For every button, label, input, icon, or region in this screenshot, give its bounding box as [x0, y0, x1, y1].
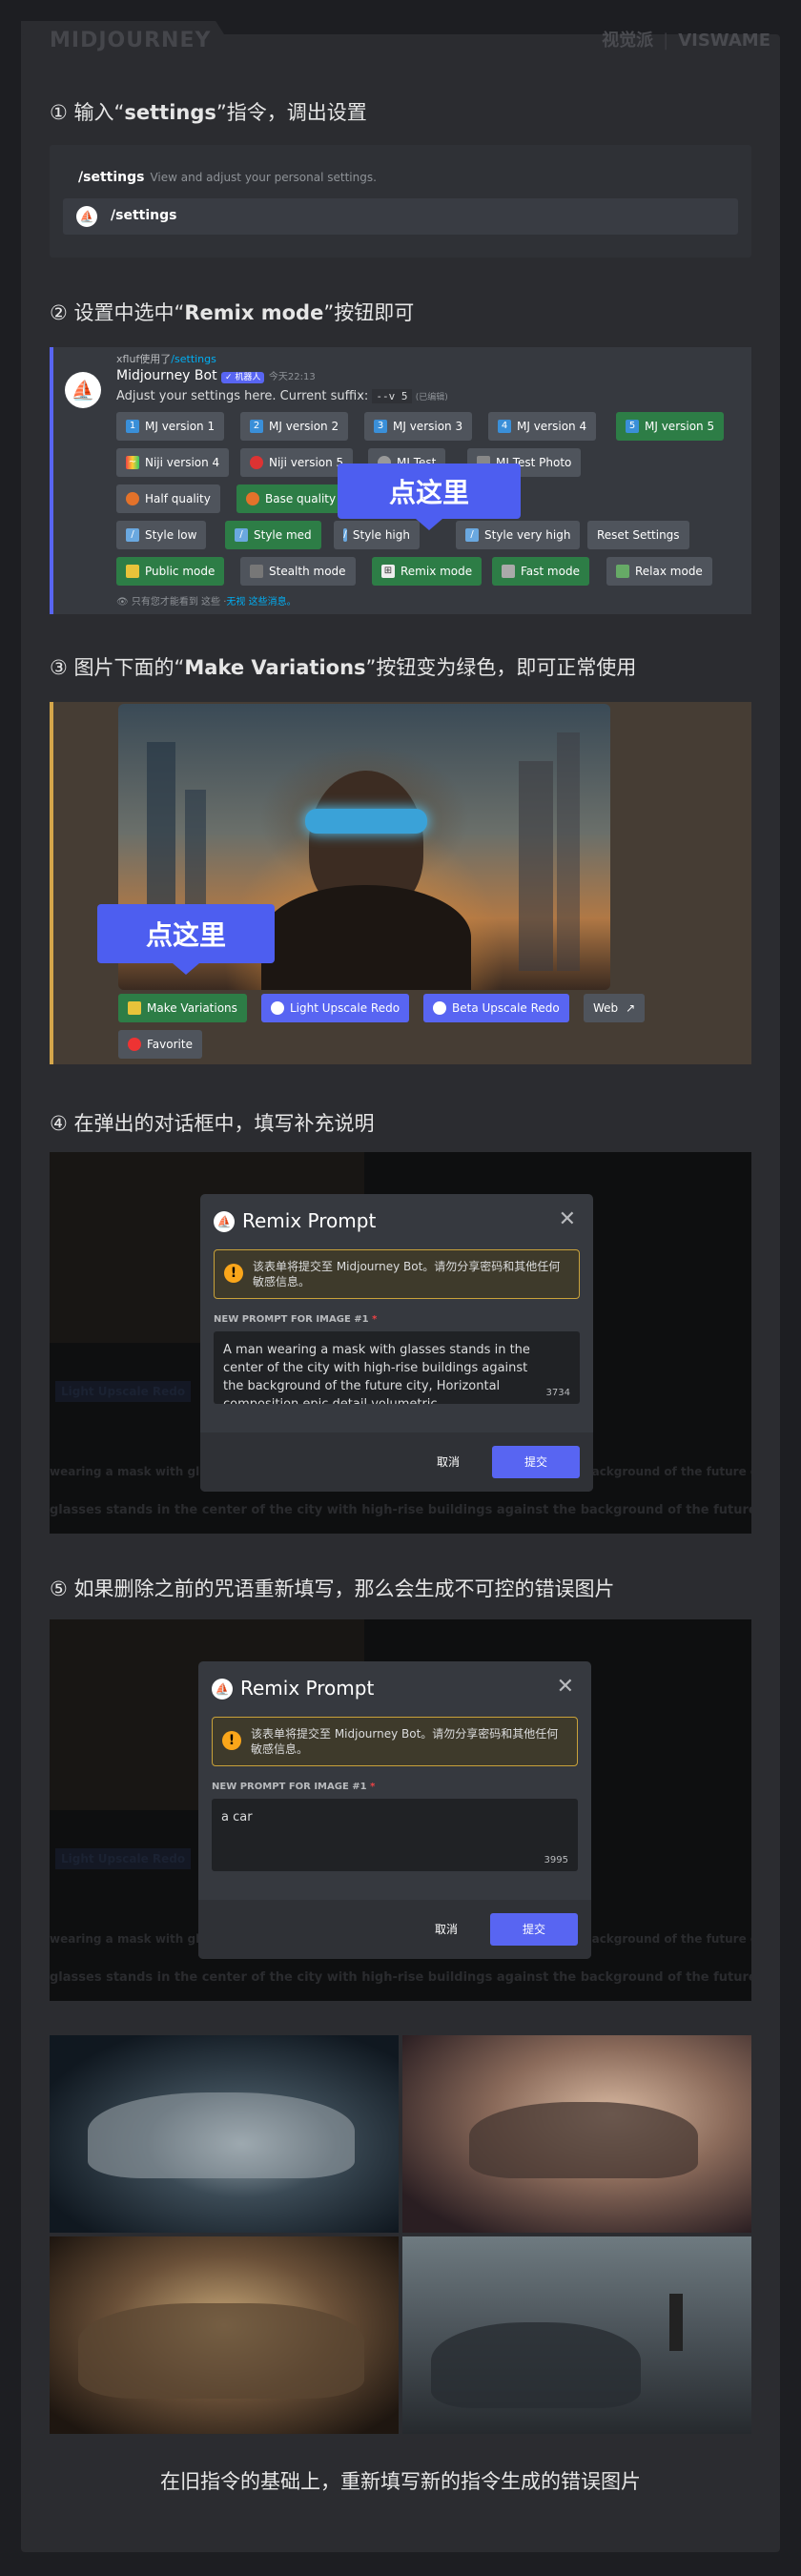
- slash-command-menu: /settings View and adjust your personal s…: [50, 145, 751, 258]
- stealth-mode-button[interactable]: Stealth mode: [240, 557, 356, 586]
- char-count: 3995: [544, 1855, 568, 1865]
- bg-text-1b: background of the future ci: [584, 1465, 751, 1478]
- midjourney-icon: ⛵: [212, 1679, 233, 1700]
- prompt-textarea[interactable]: A man wearing a mask with glasses stands…: [214, 1331, 580, 1404]
- step4-title: ④ 在弹出的对话框中，填写补充说明: [50, 1112, 375, 1135]
- brand-logo: MIDJOURNEY: [50, 29, 212, 52]
- submit-button[interactable]: 提交: [492, 1446, 580, 1478]
- style-very-high-button[interactable]: / Style very high: [456, 521, 581, 549]
- result-image-1[interactable]: [50, 2035, 399, 2233]
- style-med-button[interactable]: / Style med: [225, 521, 321, 549]
- bg-text-2: glasses stands in the center of the city…: [50, 1970, 751, 1985]
- niji-v5-button[interactable]: Niji version 5: [240, 448, 354, 477]
- niji-v4-button[interactable]: ~ Niji version 4: [116, 448, 230, 477]
- brand-cn: 视觉派: [602, 31, 654, 51]
- ephemeral-note: 👁 只有您才能看到 这些 ·无视 这些消息。: [116, 597, 297, 608]
- prompt-label: NEW PROMPT FOR IMAGE #1 *: [212, 1782, 376, 1792]
- step2-title: ② 设置中选中“Remix mode”按钮即可: [50, 301, 415, 324]
- fast-mode-button[interactable]: Fast mode: [492, 557, 589, 586]
- close-icon[interactable]: ✕: [559, 1207, 576, 1231]
- warning-icon: !: [222, 1731, 241, 1750]
- result-image-2[interactable]: [402, 2035, 751, 2233]
- command-option-label: /settings: [111, 208, 177, 223]
- bot-badge: ✓ 机器人: [221, 372, 265, 383]
- modal-overlay: Light Upscale Redo wearing a mask with g…: [50, 1619, 751, 2001]
- bot-name: Midjourney Bot: [116, 368, 217, 383]
- modal-overlay: Light Upscale Redo wearing a mask with g…: [50, 1152, 751, 1534]
- timestamp: 今天22:13: [268, 372, 316, 382]
- bot-avatar[interactable]: ⛵: [65, 372, 101, 408]
- result-image-3[interactable]: [50, 2236, 399, 2434]
- submit-button[interactable]: 提交: [490, 1913, 578, 1946]
- step3-title: ③ 图片下面的“Make Variations”按钮变为绿色，即可正常使用: [50, 656, 637, 679]
- prompt-label: NEW PROMPT FOR IMAGE #1 *: [214, 1314, 378, 1325]
- light-upscale-redo-button[interactable]: Light Upscale Redo: [261, 994, 410, 1022]
- style-high-button[interactable]: / Style high: [334, 521, 420, 549]
- suffix-code: --v 5: [372, 389, 412, 403]
- brand-en: VISWAME: [678, 31, 770, 51]
- mj-v3-button[interactable]: 3 MJ version 3: [364, 412, 473, 441]
- modal-footer: 取消 提交: [200, 1432, 593, 1492]
- close-icon[interactable]: ✕: [557, 1675, 574, 1699]
- cancel-button[interactable]: 取消: [435, 1921, 458, 1937]
- remix-mode-button[interactable]: ⊞ Remix mode: [372, 557, 483, 586]
- warning-banner: ! 该表单将提交至 Midjourney Bot。请勿分享密码和其他任何敏感信息。: [212, 1717, 578, 1766]
- mj-v2-button[interactable]: 2 MJ version 2: [240, 412, 349, 441]
- bg-text-1: wearing a mask with gl: [50, 1932, 200, 1946]
- bg-text-2: glasses stands in the center of the city…: [50, 1503, 751, 1517]
- prompt-textarea[interactable]: a car 3995: [212, 1799, 578, 1871]
- click-here-callout: 点这里: [97, 904, 275, 975]
- char-count: 3734: [545, 1388, 570, 1398]
- command-option-settings[interactable]: ⛵ /settings: [63, 198, 738, 235]
- modal-title: Remix Prompt: [240, 1677, 375, 1700]
- result-image-4[interactable]: [402, 2236, 751, 2434]
- warning-banner: ! 该表单将提交至 Midjourney Bot。请勿分享密码和其他任何敏感信息。: [214, 1249, 580, 1299]
- half-quality-button[interactable]: Half quality: [116, 484, 220, 513]
- remix-prompt-modal: ⛵ Remix Prompt ✕ ! 该表单将提交至 Midjourney Bot…: [198, 1661, 591, 1959]
- reset-settings-button[interactable]: Reset Settings: [587, 521, 689, 549]
- beta-upscale-redo-button[interactable]: Beta Upscale Redo: [423, 994, 569, 1022]
- image-message: Make Variations Light Upscale Redo Beta …: [50, 702, 751, 1064]
- dismiss-link: 无视 这些消息。: [226, 597, 297, 608]
- footer-caption: 在旧指令的基础上，重新填写新的指令生成的错误图片: [160, 2470, 641, 2493]
- web-link-button[interactable]: Web ↗: [584, 994, 646, 1022]
- cancel-button[interactable]: 取消: [437, 1453, 460, 1470]
- bg-text-1b: background of the future c: [584, 1932, 751, 1946]
- brand-sep: |: [663, 31, 669, 51]
- warning-icon: !: [224, 1264, 243, 1283]
- command-header: /settings View and adjust your personal s…: [78, 170, 377, 185]
- style-low-button[interactable]: / Style low: [116, 521, 207, 549]
- favorite-button[interactable]: Favorite: [118, 1030, 202, 1059]
- make-variations-button[interactable]: Make Variations: [118, 994, 247, 1022]
- modal-footer: 取消 提交: [198, 1900, 591, 1959]
- click-here-callout: 点这里: [338, 464, 521, 530]
- bg-text-1: wearing a mask with gl: [50, 1465, 200, 1478]
- midjourney-icon: ⛵: [214, 1211, 235, 1232]
- midjourney-icon: ⛵: [76, 206, 97, 227]
- bot-header: Midjourney Bot ✓ 机器人 今天22:13: [116, 368, 316, 383]
- relax-mode-button[interactable]: Relax mode: [606, 557, 712, 586]
- external-link-icon: ↗: [626, 1001, 636, 1015]
- remix-prompt-modal: ⛵ Remix Prompt ✕ ! 该表单将提交至 Midjourney Bot…: [200, 1194, 593, 1492]
- reply-ref: xfluf使用了/settings: [116, 353, 216, 365]
- mj-v4-button[interactable]: 4 MJ version 4: [488, 412, 597, 441]
- result-image-grid: [50, 2035, 751, 2434]
- bg-button: Light Upscale Redo: [55, 1381, 192, 1402]
- step1-title: ① 输入“settings”指令，调出设置: [50, 101, 367, 124]
- public-mode-button[interactable]: Public mode: [116, 557, 225, 586]
- mj-v1-button[interactable]: 1 MJ version 1: [116, 412, 225, 441]
- settings-message: xfluf使用了/settings ⛵ Midjourney Bot ✓ 机器人…: [50, 347, 751, 614]
- bg-button: Light Upscale Redo: [55, 1848, 192, 1869]
- mj-v5-button[interactable]: 5 MJ version 5: [616, 412, 725, 441]
- modal-title: Remix Prompt: [242, 1209, 377, 1232]
- brand-right: 视觉派 | VISWAME: [602, 27, 770, 52]
- bot-message: Adjust your settings here. Current suffi…: [116, 389, 448, 403]
- step5-title: ⑤ 如果删除之前的咒语重新填写，那么会生成不可控的错误图片: [50, 1577, 615, 1600]
- base-quality-button[interactable]: Base quality: [236, 484, 346, 513]
